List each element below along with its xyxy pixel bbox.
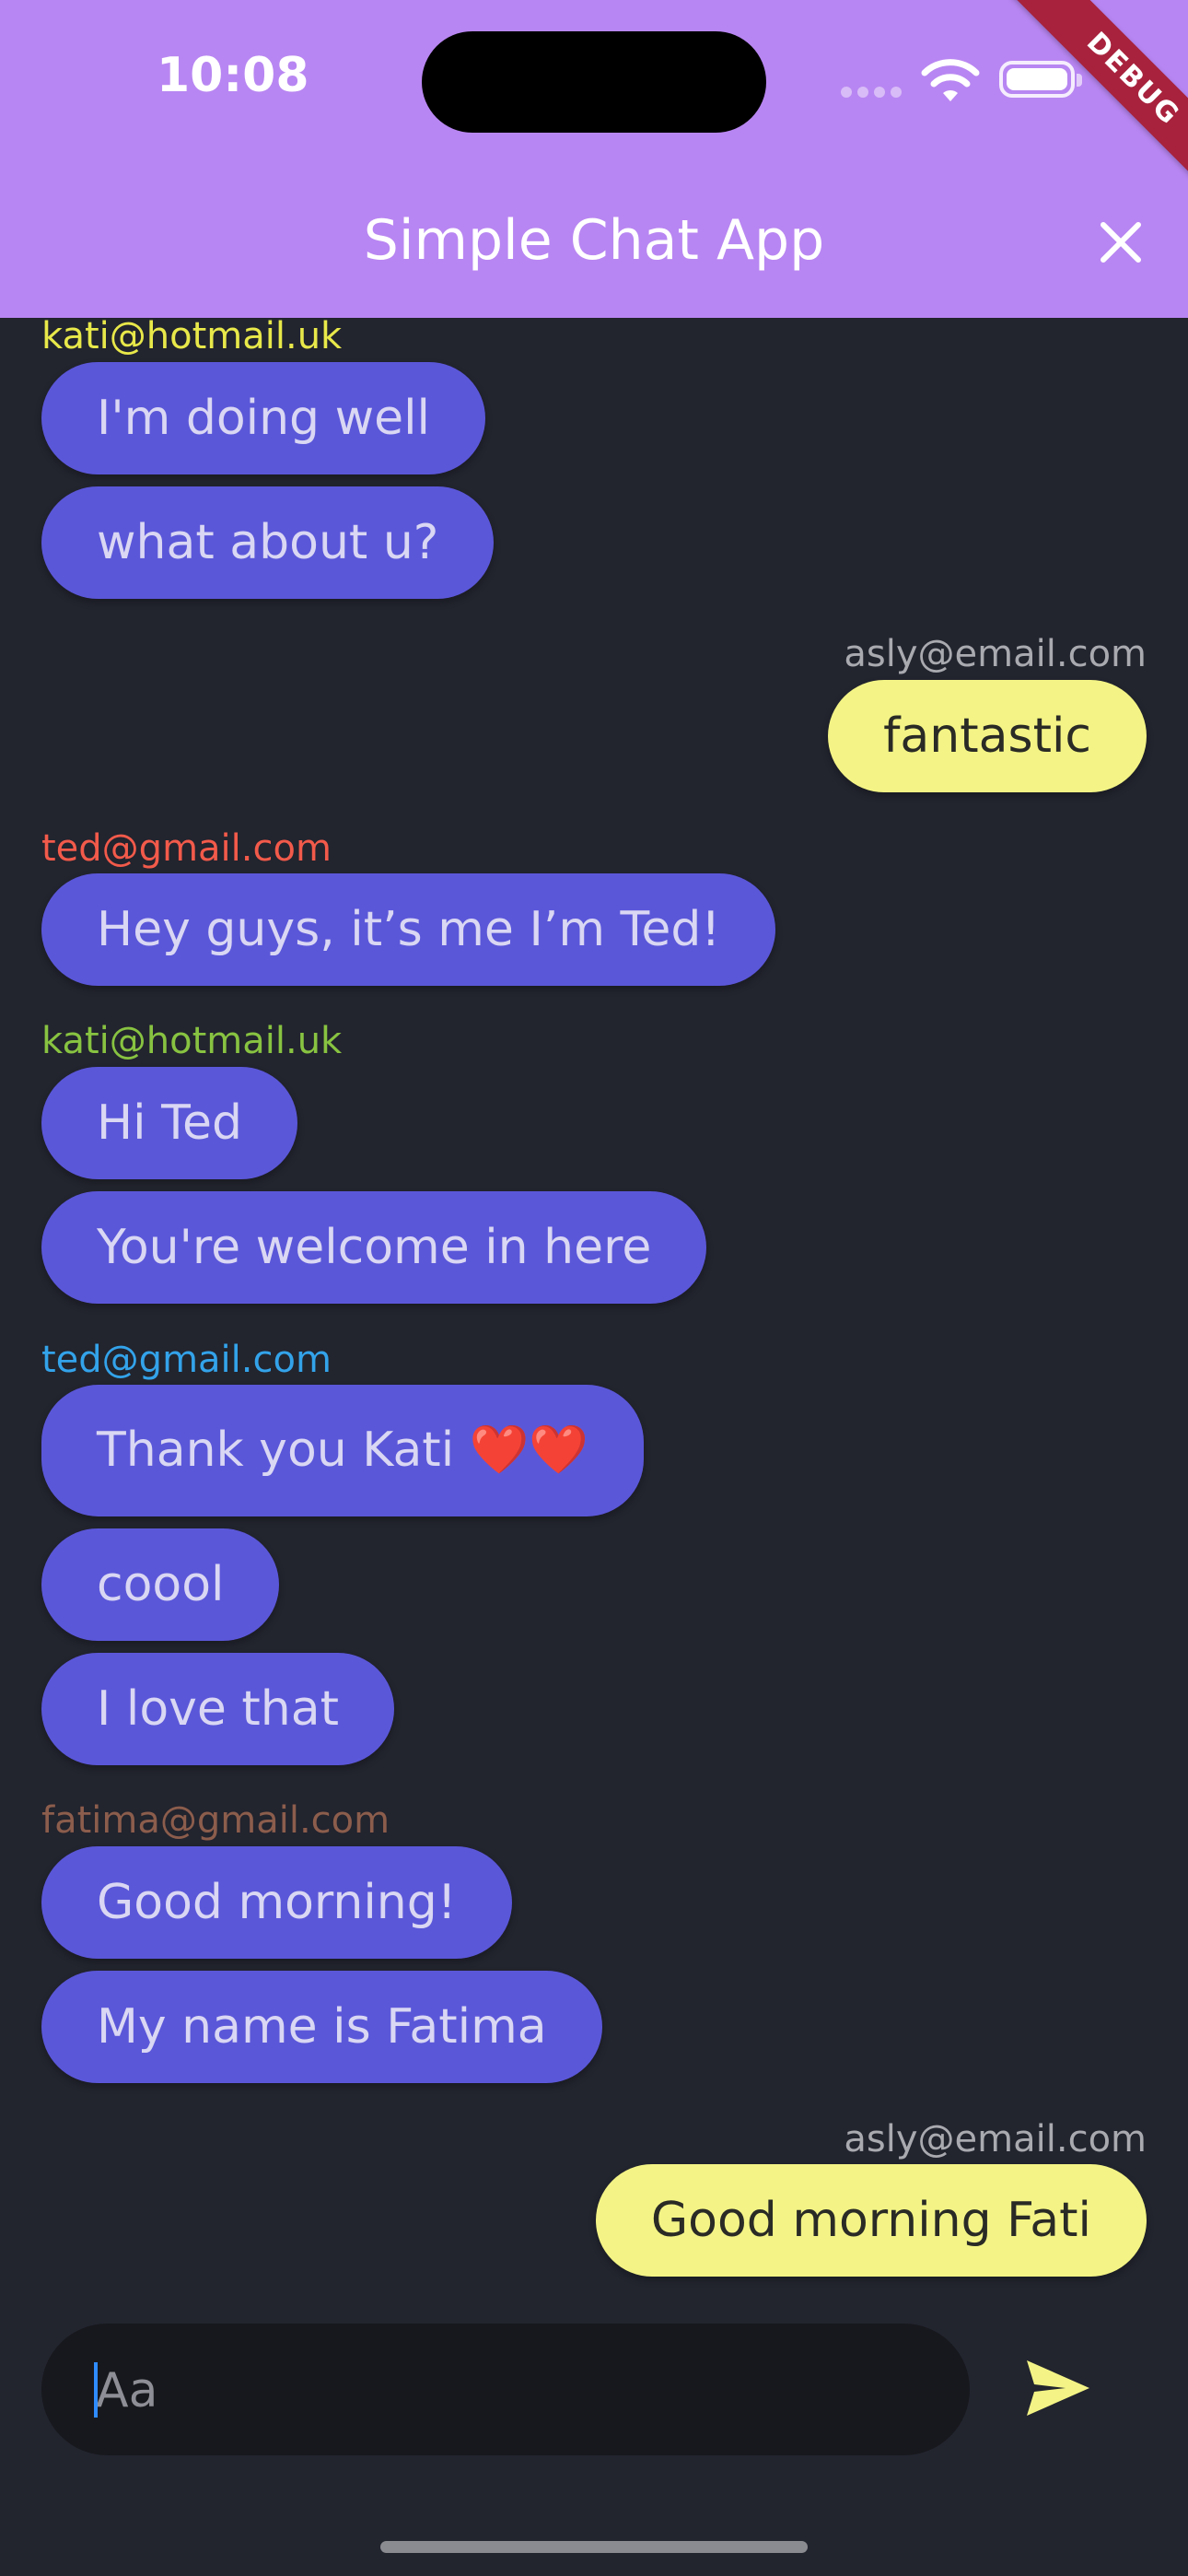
message-bubble: You're welcome in here xyxy=(41,1191,707,1304)
message-sender: asly@email.com xyxy=(844,2118,1147,2160)
message-bubble: Hey guys, it’s me I’m Ted! xyxy=(41,873,776,986)
home-indicator xyxy=(380,2541,808,2553)
battery-icon xyxy=(999,61,1082,98)
message-bubble: Hi Ted xyxy=(41,1067,298,1179)
message-sender: ted@gmail.com xyxy=(41,1339,332,1381)
message-bubble: what about u? xyxy=(41,486,495,599)
message-sender: ted@gmail.com xyxy=(41,827,332,870)
text-caret xyxy=(94,2362,98,2418)
wifi-icon xyxy=(921,59,980,101)
message-bubble: My name is Fatima xyxy=(41,1971,602,2083)
app-bar: 10:08 Simple Chat App DEBUG xyxy=(0,0,1188,318)
message-sender: asly@email.com xyxy=(844,633,1147,675)
message-bubble: I love that xyxy=(41,1653,395,1765)
message-sender: fatima@gmail.com xyxy=(41,1799,390,1842)
app-title: Simple Chat App xyxy=(363,208,825,273)
close-icon[interactable] xyxy=(1096,217,1146,267)
message-bubble: fantastic xyxy=(828,680,1147,792)
message-sender: kati@hotmail.uk xyxy=(41,315,343,357)
message-composer xyxy=(41,2324,970,2457)
signal-icon xyxy=(841,87,902,98)
dynamic-island xyxy=(422,31,766,133)
message-bubble: I'm doing well xyxy=(41,362,485,474)
message-bubble: Thank you Kati ❤️❤️ xyxy=(41,1385,645,1516)
message-sender: kati@hotmail.uk xyxy=(41,1020,343,1062)
message-input[interactable] xyxy=(94,2324,926,2457)
message-bubble: Good morning! xyxy=(41,1846,512,1959)
status-time: 10:08 xyxy=(157,48,309,103)
message-bubble: coool xyxy=(41,1528,280,1641)
debug-banner: DEBUG xyxy=(1003,0,1188,209)
message-bubble: Good morning Fati xyxy=(595,2164,1147,2277)
send-icon[interactable] xyxy=(1025,2359,1091,2418)
